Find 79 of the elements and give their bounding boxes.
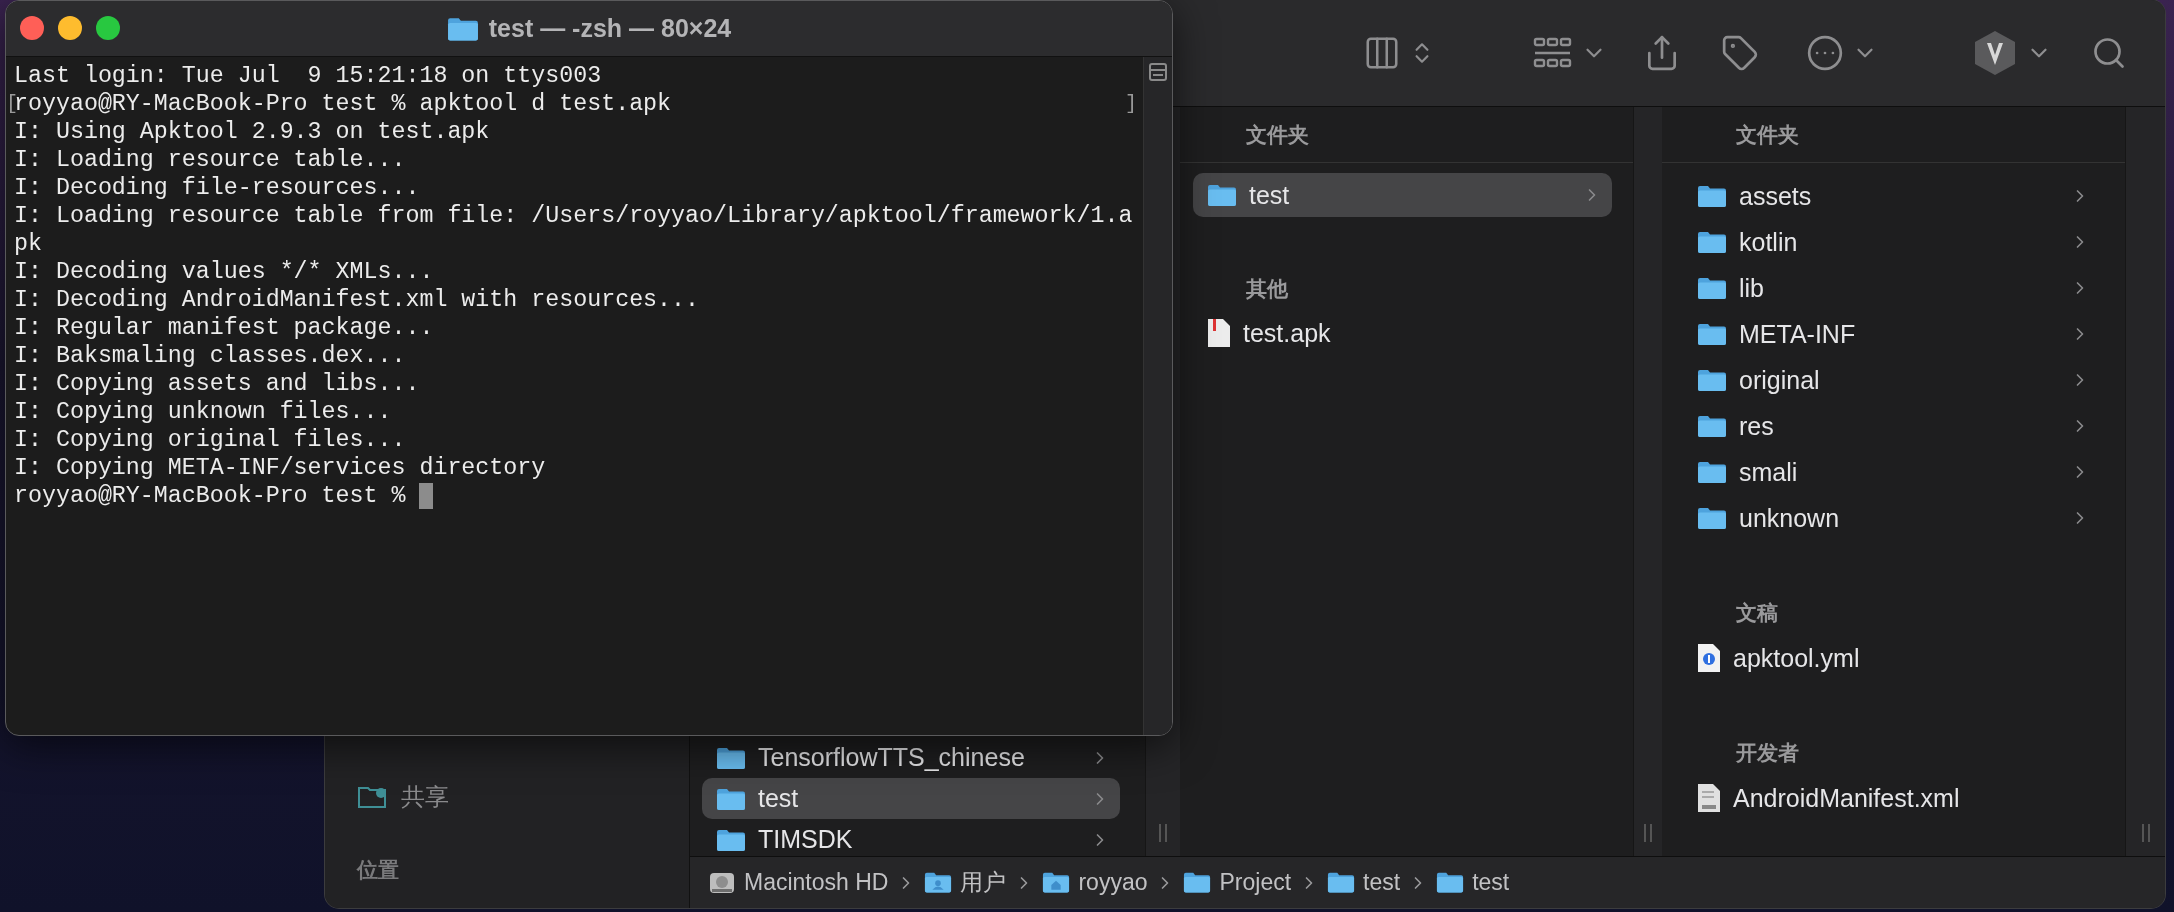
file-row[interactable]: assets — [1683, 173, 2100, 219]
folder-icon — [1436, 871, 1465, 894]
xml-file-icon — [1697, 783, 1721, 813]
terminal-line: I: Loading resource table... — [14, 146, 406, 174]
terminal-line: I: Decoding AndroidManifest.xml with resources... — [14, 286, 700, 314]
terminal-line: I: Copying META-INF/services directory — [14, 454, 546, 482]
terminal-line: I: Loading resource table from file: /Users/royyao/Library/apktool/framework/1.apk — [14, 202, 1133, 258]
column-section-header: 文件夹 — [1736, 121, 1799, 148]
folder-icon — [1697, 414, 1727, 438]
path-item[interactable]: Macintosh HD — [744, 869, 889, 896]
file-row[interactable]: test — [702, 778, 1120, 819]
path-item[interactable]: test — [1472, 869, 1510, 896]
file-row[interactable]: TensorflowTTS_chinese — [702, 737, 1120, 778]
folder-icon — [1697, 230, 1727, 254]
folder-icon — [446, 15, 479, 42]
terminal-line: Last login: Tue Jul 9 15:21:18 on ttys003 — [14, 62, 602, 90]
column-view-icon[interactable] — [1363, 34, 1401, 72]
folder-icon — [1697, 184, 1727, 208]
folder-icon — [1207, 183, 1237, 207]
sidebar-item[interactable]: 共享 — [357, 775, 449, 819]
file-row[interactable]: original — [1683, 357, 2100, 403]
terminal-prompt: royyao@RY-MacBook-Pro test % — [14, 482, 407, 510]
split-pane-icon[interactable] — [1149, 63, 1167, 81]
file-row[interactable]: apktool.yml — [1683, 635, 2100, 681]
minimize-button[interactable] — [58, 16, 82, 40]
terminal-line: I: Baksmaling classes.dex... — [14, 342, 406, 370]
file-row[interactable]: AndroidManifest.xml — [1683, 775, 2100, 821]
window-title: test — -zsh — 80×24 — [488, 14, 732, 43]
shield-app-icon[interactable] — [1972, 29, 2018, 77]
folder-icon — [716, 827, 746, 852]
column-section-header: 文件夹 — [1246, 121, 1309, 148]
folder-icon — [1697, 368, 1727, 392]
grid-view-icon[interactable] — [1533, 36, 1573, 70]
folder-icon — [1697, 460, 1727, 484]
folder-icon — [716, 786, 746, 811]
terminal-line: I: Regular manifest package... — [14, 314, 434, 342]
path-item[interactable]: 用户 — [960, 867, 1007, 898]
terminal-line: I: Copying assets and libs... — [14, 370, 420, 398]
line-mark: ] — [1125, 91, 1137, 117]
archive-file-icon — [1207, 318, 1231, 348]
file-row[interactable]: kotlin — [1683, 219, 2100, 265]
file-row[interactable]: META-INF — [1683, 311, 2100, 357]
tag-icon[interactable] — [1721, 34, 1759, 72]
shared-folder-icon — [357, 784, 389, 810]
users-folder-icon — [924, 871, 953, 894]
folder-icon — [1327, 871, 1356, 894]
path-item[interactable]: royyao — [1078, 869, 1148, 896]
close-button[interactable] — [20, 16, 44, 40]
folder-icon — [716, 745, 746, 770]
resize-handle-icon[interactable] — [2141, 824, 2150, 842]
file-row[interactable]: TIMSDK — [702, 819, 1120, 856]
terminal-line: I: Copying original files... — [14, 426, 406, 454]
file-row[interactable]: test — [1193, 173, 1612, 217]
terminal-line: I: Decoding file-resources... — [14, 174, 420, 202]
column-section-header: 其他 — [1246, 276, 1288, 302]
column-section-header: 开发者 — [1736, 740, 1799, 766]
sidebar-section-header: 位置 — [357, 857, 399, 883]
file-row[interactable]: res — [1683, 403, 2100, 449]
resize-handle-icon[interactable] — [1159, 824, 1167, 842]
folder-icon — [1697, 322, 1727, 346]
home-folder-icon — [1042, 871, 1071, 894]
file-row[interactable]: test.apk — [1193, 311, 1612, 355]
folder-icon — [1697, 506, 1727, 530]
file-row[interactable]: lib — [1683, 265, 2100, 311]
column-section-header: 文稿 — [1736, 600, 1778, 626]
search-icon[interactable] — [2091, 35, 2127, 71]
terminal-line: I: Decoding values */* XMLs... — [14, 258, 434, 286]
resize-handle-icon[interactable] — [1644, 824, 1652, 842]
folder-icon — [1183, 871, 1212, 894]
folder-icon — [1697, 276, 1727, 300]
text-file-icon — [1697, 643, 1721, 673]
path-item[interactable]: test — [1363, 869, 1401, 896]
path-item[interactable]: Project — [1219, 869, 1292, 896]
maximize-button[interactable] — [96, 16, 120, 40]
file-row[interactable]: unknown — [1683, 495, 2100, 541]
file-row[interactable]: smali — [1683, 449, 2100, 495]
more-options-icon[interactable] — [1806, 34, 1844, 72]
terminal-line: I: Using Apktool 2.9.3 on test.apk — [14, 118, 490, 146]
terminal-line: I: Copying unknown files... — [14, 398, 392, 426]
